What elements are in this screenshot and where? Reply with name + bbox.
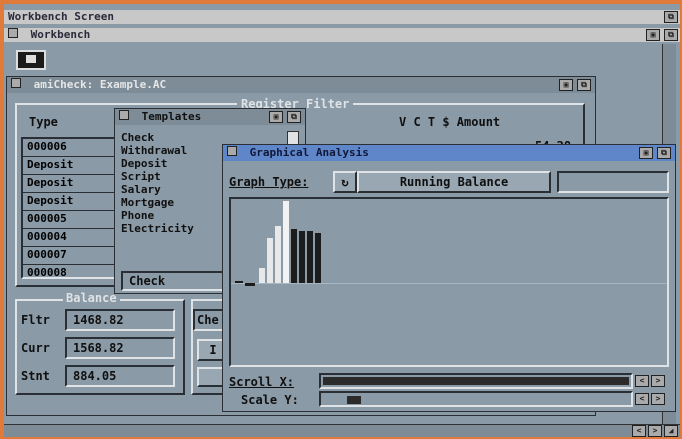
templates-title-bar[interactable]: Templates ▣ ⧉	[115, 109, 305, 125]
workbench-horizontal-scrollbar[interactable]: < > ◢	[4, 424, 680, 437]
scroll-left-arrow-icon[interactable]: <	[635, 375, 649, 387]
graph-bar	[307, 231, 313, 283]
graph-title: Graphical Analysis	[249, 146, 369, 159]
scroll-x-knob[interactable]	[323, 377, 629, 385]
depth-gadget-icon[interactable]: ⧉	[657, 147, 671, 159]
scroll-right-arrow-icon[interactable]: >	[648, 425, 662, 437]
depth-gadget-icon[interactable]: ⧉	[577, 79, 591, 91]
list-item[interactable]: Deposit	[23, 175, 119, 193]
negative-bar	[245, 283, 255, 286]
amicheck-title-bar[interactable]: amiCheck: Example.AC ▣ ⧉	[7, 77, 595, 93]
list-item[interactable]: 000005	[23, 211, 119, 229]
scale-left-arrow-icon[interactable]: <	[635, 393, 649, 405]
graph-type-label: Graph Type:	[229, 175, 309, 189]
stnt-label: Stnt	[21, 369, 50, 383]
list-item[interactable]: 000004	[23, 229, 119, 247]
graph-bar	[283, 201, 289, 283]
curr-label: Curr	[21, 341, 50, 355]
scroll-right-arrow-icon[interactable]: >	[651, 375, 665, 387]
stnt-balance-field: 884.05	[65, 365, 175, 387]
type-column-header: Type	[29, 115, 58, 129]
fltr-label: Fltr	[21, 313, 50, 327]
bar-series	[259, 201, 339, 283]
list-item[interactable]: 000007	[23, 247, 119, 265]
fltr-balance-field: 1468.82	[65, 309, 175, 331]
graph-bar	[275, 226, 281, 283]
zero-axis-line	[231, 283, 667, 284]
graph-bar	[291, 229, 297, 283]
zoom-gadget-icon[interactable]: ▣	[646, 29, 660, 41]
graphical-analysis-window: Graphical Analysis ▣ ⧉ Graph Type: ↻ Run…	[222, 144, 676, 412]
cycle-icon[interactable]: ↻	[333, 171, 357, 193]
curr-balance-field: 1568.82	[65, 337, 175, 359]
balance-label: Balance	[63, 291, 120, 305]
zoom-gadget-icon[interactable]: ▣	[269, 111, 283, 123]
scale-y-slider[interactable]	[319, 391, 633, 407]
zoom-gadget-icon[interactable]: ▣	[639, 147, 653, 159]
zoom-gadget-icon[interactable]: ▣	[559, 79, 573, 91]
workbench-title-bar[interactable]: Workbench ▣ ⧉	[4, 28, 680, 42]
scroll-left-arrow-icon[interactable]: <	[632, 425, 646, 437]
axis-tick	[235, 281, 243, 283]
graph-plot-area	[229, 197, 669, 367]
workbench-screen: Workbench Screen ⧉ Workbench ▣ ⧉ < > ◢ a…	[4, 4, 680, 437]
close-icon[interactable]	[119, 110, 129, 120]
graph-type-extra-field	[557, 171, 669, 193]
graph-title-bar[interactable]: Graphical Analysis ▣ ⧉	[223, 145, 675, 161]
amount-columns-header: V C T $ Amount	[399, 115, 501, 129]
list-item[interactable]: Check	[121, 131, 297, 144]
graph-bar	[267, 238, 273, 283]
scale-y-knob[interactable]	[347, 396, 361, 404]
depth-gadget-icon[interactable]: ⧉	[664, 29, 678, 41]
register-list[interactable]: 000006 Deposit Deposit Deposit 000005 00…	[21, 137, 121, 279]
templates-title: Templates	[141, 110, 202, 123]
scale-right-arrow-icon[interactable]: >	[651, 393, 665, 405]
workbench-title: Workbench	[30, 28, 91, 41]
graph-bar	[259, 268, 265, 283]
graph-bar	[299, 231, 305, 283]
scale-y-label: Scale Y:	[241, 393, 299, 407]
resize-icon[interactable]: ◢	[664, 425, 678, 437]
close-icon[interactable]	[227, 146, 237, 156]
list-item[interactable]: 000008	[23, 265, 119, 282]
graph-type-cycle-button[interactable]: Running Balance	[357, 171, 551, 193]
screen-title-bar[interactable]: Workbench Screen ⧉	[4, 10, 680, 24]
list-item[interactable]: Deposit	[23, 193, 119, 211]
amicheck-title: amiCheck: Example.AC	[33, 78, 167, 91]
depth-gadget-icon[interactable]: ⧉	[287, 111, 301, 123]
graph-bar	[315, 233, 321, 283]
scroll-x-slider[interactable]	[319, 373, 633, 389]
list-item[interactable]: 000006	[23, 139, 119, 157]
close-icon[interactable]	[8, 28, 18, 38]
list-item[interactable]: Deposit	[23, 157, 119, 175]
disk-icon[interactable]	[16, 50, 46, 70]
close-icon[interactable]	[11, 78, 21, 88]
screen-title: Workbench Screen	[8, 10, 114, 23]
scroll-x-label: Scroll X:	[229, 375, 295, 389]
screen-depth-gadget[interactable]: ⧉	[664, 11, 678, 23]
